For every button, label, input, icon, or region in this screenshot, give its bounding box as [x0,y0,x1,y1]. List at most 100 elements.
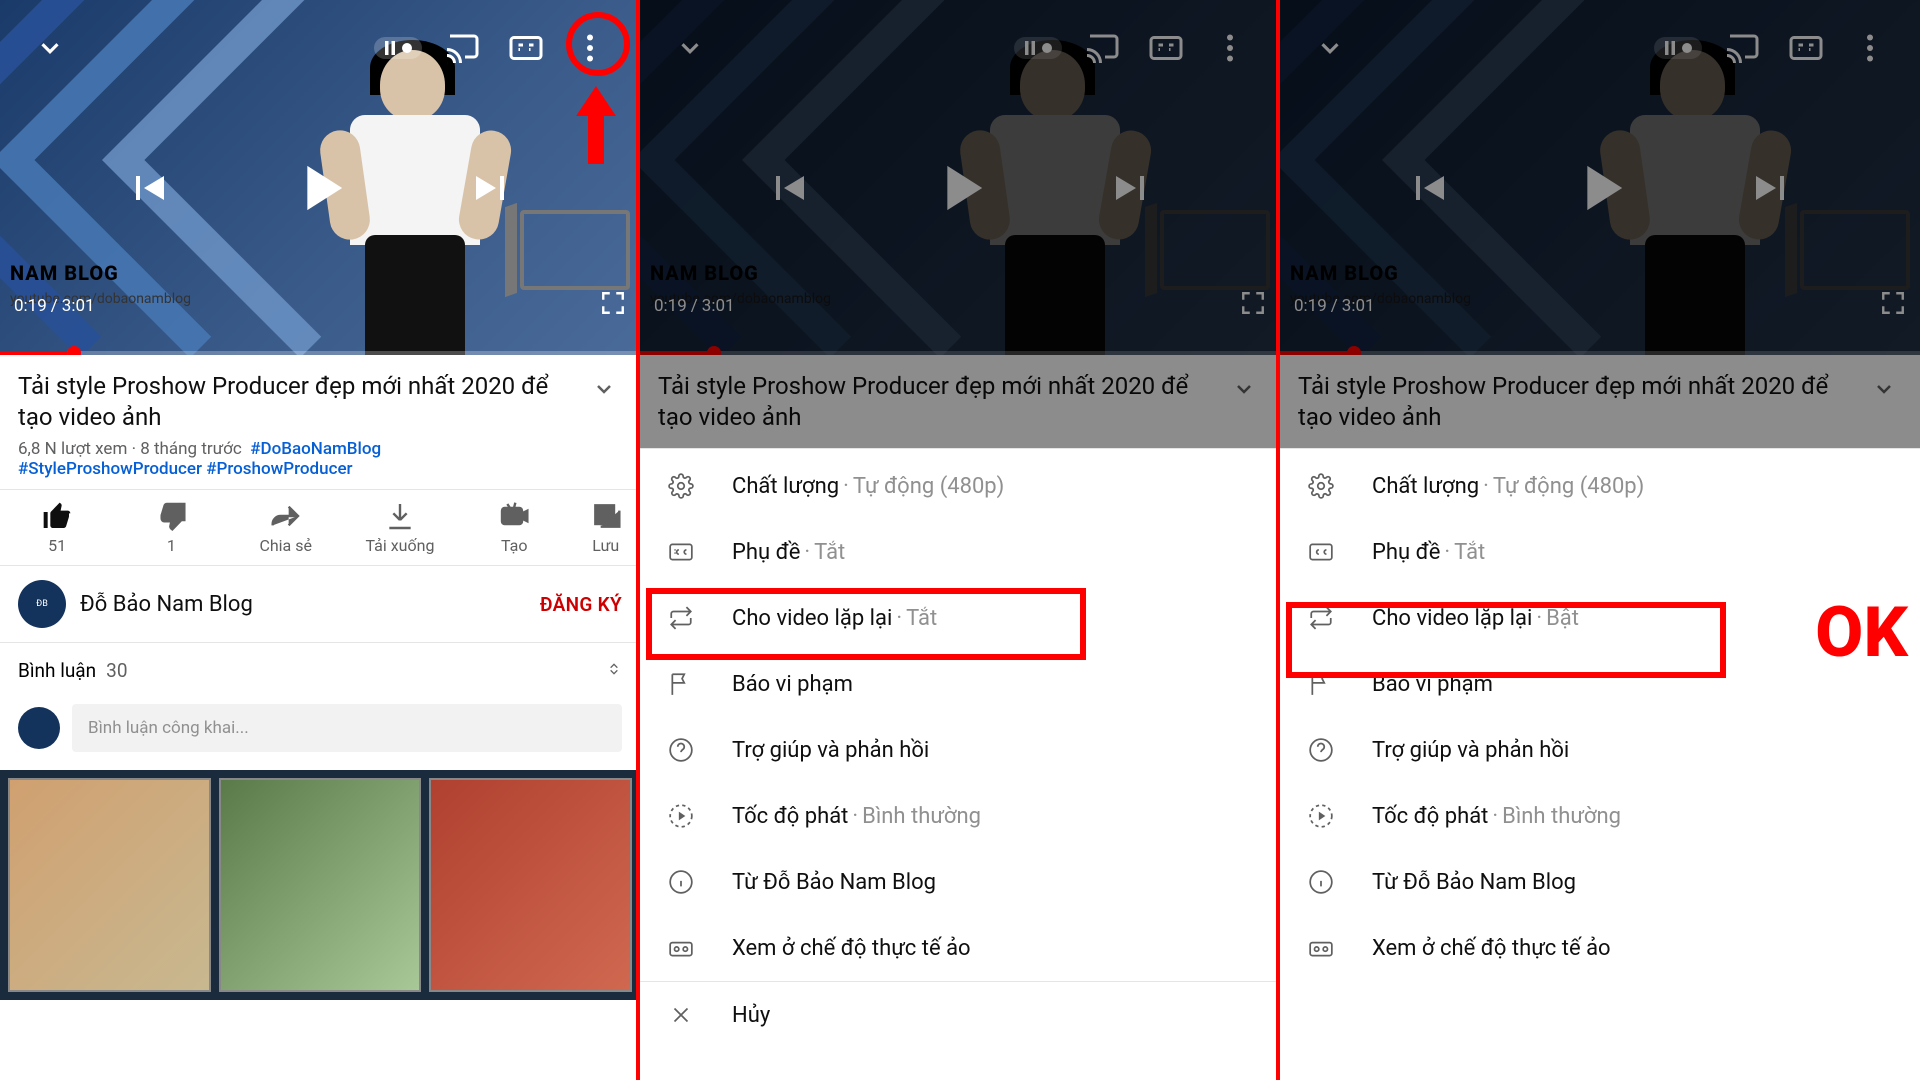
download-button[interactable]: Tải xuống [343,500,457,555]
menu-cancel[interactable]: Hủy [640,981,1280,1048]
expand-description-icon[interactable] [1866,371,1902,411]
progress-bar[interactable] [640,351,1280,355]
expand-description-icon[interactable] [586,371,622,411]
menu-speed[interactable]: Tốc độ phát·Bình thường [1280,783,1920,849]
menu-from-channel[interactable]: Từ Đỗ Bảo Nam Blog [1280,849,1920,915]
anno-ok-label: OK [1815,592,1908,674]
collapse-player-icon[interactable] [1312,30,1348,66]
fullscreen-icon[interactable] [600,290,626,321]
menu-quality[interactable]: Chất lượng·Tự động (480p) [1280,453,1920,519]
cc-icon [1304,539,1338,565]
expand-description-icon[interactable] [1226,371,1262,411]
menu-vr[interactable]: Xem ở chế độ thực tế ảo [1280,915,1920,981]
vr-icon [1304,935,1338,961]
channel-name[interactable]: Đỗ Bảo Nam Blog [66,592,540,617]
fullscreen-icon[interactable] [1240,290,1266,321]
play-icon[interactable] [922,150,998,230]
gear-icon [664,473,698,499]
comment-input[interactable]: Bình luận công khai... [72,704,622,752]
next-icon[interactable] [468,164,516,216]
anno-arrow-up [576,86,616,168]
comments-label[interactable]: Bình luận [18,659,96,682]
subscribe-button[interactable]: ĐĂNG KÝ [540,593,622,616]
more-options-icon[interactable] [1212,30,1248,66]
menu-report[interactable]: Báo vi phạm [640,651,1280,717]
collapse-player-icon[interactable] [32,30,68,66]
options-sheet: Chất lượng·Tự động (480p) Phụ đề·Tắt Cho… [640,448,1280,1080]
video-title[interactable]: Tải style Proshow Producer đẹp mới nhất … [658,371,1226,433]
cast-icon[interactable] [444,30,480,66]
autoplay-toggle[interactable] [380,30,416,66]
menu-vr[interactable]: Xem ở chế độ thực tế ảo [640,915,1280,981]
fullscreen-icon[interactable] [1880,290,1906,321]
progress-bar[interactable] [1280,351,1920,355]
menu-speed[interactable]: Tốc độ phát·Bình thường [640,783,1280,849]
menu-help[interactable]: Trợ giúp và phản hồi [1280,717,1920,783]
captions-icon[interactable] [508,30,544,66]
hashtag[interactable]: #DoBaoNamBlog [250,439,381,459]
next-icon[interactable] [1108,164,1156,216]
comments-count: 30 [106,659,127,682]
info-icon [1304,869,1338,895]
menu-quality[interactable]: Chất lượng·Tự động (480p) [640,453,1280,519]
create-button[interactable]: Tạo [457,500,571,555]
anno-highlight-loop [1286,602,1726,678]
save-button[interactable]: Lưu [571,500,640,555]
video-player[interactable]: NAM BLOG youtube.com/dobaonamblog 0:19 /… [0,0,640,355]
cast-icon[interactable] [1724,30,1760,66]
video-title[interactable]: Tải style Proshow Producer đẹp mới nhất … [1298,371,1866,433]
channel-avatar[interactable]: ĐB [18,580,66,628]
previous-icon[interactable] [1404,164,1452,216]
collapse-player-icon[interactable] [672,30,708,66]
video-meta: 6,8 N lượt xem · 8 tháng trước #DoBaoNam… [0,439,640,489]
gear-icon [1304,473,1338,499]
info-icon [664,869,698,895]
user-avatar[interactable] [18,707,60,749]
previous-icon[interactable] [764,164,812,216]
play-icon[interactable] [1562,150,1638,230]
anno-circle-more [566,12,630,76]
autoplay-toggle[interactable] [1020,30,1056,66]
panel-step-3: NAM BLOG youtube.com/dobaonamblog 0:19/3… [1280,0,1920,1080]
progress-bar[interactable] [0,351,640,355]
panel-divider [636,0,640,1080]
sort-comments-icon[interactable] [606,659,622,682]
panel-step-1: NAM BLOG youtube.com/dobaonamblog 0:19 /… [0,0,640,1080]
next-icon[interactable] [1748,164,1796,216]
time-total: 3:01 [62,296,95,316]
dislike-button[interactable]: 1 [114,500,228,555]
video-brand-text: NAM BLOG [10,261,119,285]
help-icon [664,737,698,763]
hashtag[interactable]: #StyleProshowProducer [18,459,202,479]
video-player[interactable]: NAM BLOG youtube.com/dobaonamblog 0:19/3… [1280,0,1920,355]
menu-captions[interactable]: Phụ đề·Tắt [640,519,1280,585]
menu-captions[interactable]: Phụ đề·Tắt [1280,519,1920,585]
options-sheet: Chất lượng·Tự động (480p) Phụ đề·Tắt Cho… [1280,448,1920,1080]
menu-help[interactable]: Trợ giúp và phản hồi [640,717,1280,783]
related-thumbnails[interactable] [0,770,640,1000]
time-current: 0:19 [14,296,47,316]
more-options-icon[interactable] [1852,30,1888,66]
cast-icon[interactable] [1084,30,1120,66]
like-button[interactable]: 51 [0,500,114,555]
previous-icon[interactable] [124,164,172,216]
play-icon[interactable] [282,150,358,230]
captions-icon[interactable] [1148,30,1184,66]
vr-icon [664,935,698,961]
speed-icon [664,803,698,829]
video-title[interactable]: Tải style Proshow Producer đẹp mới nhất … [18,371,586,433]
help-icon [1304,737,1338,763]
share-button[interactable]: Chia sẻ [229,500,343,555]
anno-highlight-loop [646,588,1086,660]
autoplay-toggle[interactable] [1660,30,1696,66]
panel-step-2: NAM BLOG youtube.com/dobaonamblog 0:19/3… [640,0,1280,1080]
close-icon [664,1002,698,1028]
captions-icon[interactable] [1788,30,1824,66]
panel-divider [1276,0,1280,1080]
menu-from-channel[interactable]: Từ Đỗ Bảo Nam Blog [640,849,1280,915]
hashtag[interactable]: #ProshowProducer [206,459,352,479]
cc-icon [664,539,698,565]
video-player[interactable]: NAM BLOG youtube.com/dobaonamblog 0:19/3… [640,0,1280,355]
action-bar: 51 1 Chia sẻ Tải xuống Tạo Lưu [0,489,640,566]
flag-icon [664,671,698,697]
